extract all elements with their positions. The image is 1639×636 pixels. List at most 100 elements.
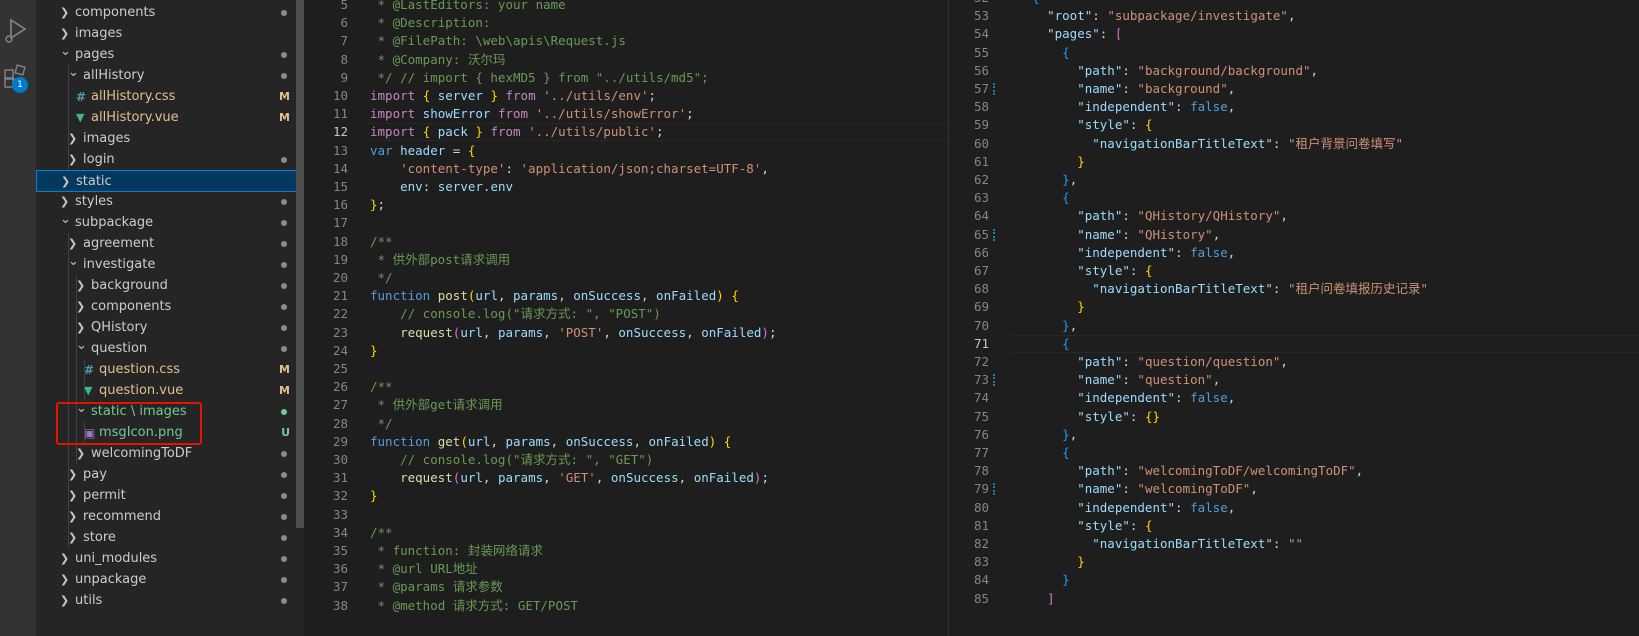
code-line[interactable]: "path": "QHistory/QHistory", (1017, 207, 1288, 225)
code-token: : (422, 179, 438, 194)
code-line[interactable]: "navigationBarTitleText": "租户问卷填报历史记录" (1017, 280, 1428, 298)
code-line[interactable]: }, (1017, 426, 1077, 444)
code-line[interactable]: }, (1017, 317, 1077, 335)
code-line[interactable]: */ // import { hexMD5 } from "../utils/m… (370, 69, 709, 87)
css-file-icon: # (84, 363, 95, 377)
code-line[interactable]: } (370, 342, 378, 360)
code-line[interactable]: * @params 请求参数 (370, 578, 503, 596)
code-token: url (467, 433, 491, 449)
code-line[interactable]: "root": "subpackage/investigate", (1017, 7, 1295, 25)
tree-item[interactable]: ❯ styles (36, 191, 304, 213)
code-line[interactable]: import showError from '../utils/showErro… (370, 105, 694, 123)
code-line[interactable]: 'content-type': 'application/json;charse… (370, 160, 769, 178)
tree-item[interactable]: ❯ permit (36, 485, 304, 507)
code-line[interactable]: request(url, params, 'POST', onSuccess, … (370, 324, 776, 342)
tree-item[interactable]: ❯ static (36, 170, 304, 192)
code-line[interactable]: /** (370, 233, 393, 251)
line-number: 69 (973, 299, 989, 315)
tree-item[interactable]: ❯ login (36, 149, 304, 171)
code-line[interactable]: } (1017, 298, 1085, 316)
code-line[interactable]: "style": { (1017, 262, 1152, 280)
tree-item[interactable]: ❯ components (36, 2, 304, 24)
code-line[interactable]: { (1017, 335, 1070, 353)
code-line[interactable]: * @Company: 沃尔玛 (370, 51, 506, 69)
code-line[interactable]: "name": "welcomingToDF", (1017, 480, 1258, 498)
code-line[interactable]: } (370, 487, 378, 505)
code-line[interactable]: * @FilePath: \web\apis\Request.js (370, 32, 626, 50)
code-line[interactable]: function post(url, params, onSuccess, on… (370, 287, 739, 305)
tree-item[interactable]: ⌄ investigate (36, 254, 304, 276)
code-line[interactable]: "pages": [ (1017, 25, 1122, 43)
tree-item[interactable]: ⌄ allHistory (36, 65, 304, 87)
code-line[interactable]: "name": "QHistory", (1017, 226, 1220, 244)
code-line[interactable]: import { server } from '../utils/env'; (370, 87, 656, 105)
code-line[interactable]: "style": { (1017, 517, 1152, 535)
code-line[interactable]: * @Description: (370, 14, 491, 32)
code-line[interactable]: "name": "question", (1017, 371, 1220, 389)
code-token: , (686, 324, 702, 340)
code-line[interactable]: }; (370, 196, 385, 214)
extensions-badge: 1 (12, 77, 28, 93)
line-number: 57 (973, 81, 989, 96)
code-line[interactable]: * function: 封装网络请求 (370, 542, 543, 560)
code-line[interactable]: } (1017, 553, 1085, 571)
code-line[interactable]: { (1017, 44, 1070, 62)
code-line[interactable]: "navigationBarTitleText": "" (1017, 535, 1303, 553)
code-line[interactable]: * 供外部get请求调用 (370, 396, 503, 414)
code-line[interactable]: env: server.env (370, 178, 513, 196)
tree-item[interactable]: ❯ unpackage (36, 569, 304, 591)
code-line[interactable]: * @method 请求方式: GET/POST (370, 597, 579, 615)
tree-item[interactable]: # allHistory.css M (36, 86, 304, 108)
editor-left-request-js[interactable]: 5 * @LastEditors: your name 6 * @Descript… (304, 0, 948, 636)
code-line[interactable]: "independent": false, (1017, 499, 1235, 517)
tree-item[interactable]: ▼ allHistory.vue M (36, 107, 304, 129)
tree-item[interactable]: ⌄ subpackage (36, 212, 304, 234)
code-line[interactable]: "style": { (1017, 116, 1152, 134)
explorer-scrollbar[interactable] (296, 0, 304, 528)
code-line[interactable]: * @LastEditors: your name (370, 0, 566, 14)
code-line[interactable]: */ (370, 269, 393, 287)
code-line[interactable]: "independent": false, (1017, 98, 1235, 116)
code-line[interactable]: * @url URL地址 (370, 560, 478, 578)
code-token: onSuccess (573, 288, 641, 304)
editor-right-pages-json[interactable]: 52 {53 "root": "subpackage/investigate",… (948, 0, 1639, 636)
code-line[interactable]: "path": "welcomingToDF/welcomingToDF", (1017, 462, 1363, 480)
code-line[interactable]: "navigationBarTitleText": "租户背景问卷填写" (1017, 135, 1403, 153)
code-line[interactable]: function get(url, params, onSuccess, onF… (370, 433, 731, 451)
tree-item[interactable]: ❯ utils (36, 590, 304, 612)
code-line[interactable]: } (1017, 571, 1070, 589)
code-line[interactable]: /** (370, 524, 393, 542)
code-line[interactable]: "style": {} (1017, 408, 1160, 426)
code-line[interactable]: { (1017, 444, 1070, 462)
line-number: 36 (332, 561, 348, 577)
tree-item[interactable]: ❯ images (36, 128, 304, 150)
code-line[interactable]: request(url, params, 'GET', onSuccess, o… (370, 469, 769, 487)
tree-item[interactable]: ❯ store (36, 527, 304, 549)
code-line[interactable]: "independent": false, (1017, 389, 1235, 407)
code-line[interactable]: }, (1017, 171, 1077, 189)
gutter-modified-marker (993, 374, 998, 387)
code-line[interactable]: // console.log("请求方式: ", "GET") (370, 451, 653, 469)
code-line[interactable]: * 供外部post请求调用 (370, 251, 511, 269)
code-line[interactable]: /** (370, 378, 393, 396)
code-line[interactable]: { (1017, 189, 1070, 207)
code-line[interactable]: // console.log("请求方式: ", "POST") (370, 305, 661, 323)
tree-item[interactable]: ❯ recommend (36, 506, 304, 528)
tree-item[interactable]: ❯ pay (36, 464, 304, 486)
code-line[interactable]: */ (370, 415, 393, 433)
code-line[interactable]: "independent": false, (1017, 244, 1235, 262)
code-line[interactable]: "name": "background", (1017, 80, 1235, 98)
run-debug-icon[interactable] (0, 10, 36, 46)
code-token: post (437, 288, 468, 304)
code-line[interactable]: "path": "question/question", (1017, 353, 1288, 371)
tree-item[interactable]: ❯ uni_modules (36, 548, 304, 570)
code-line[interactable]: } (1017, 153, 1085, 171)
code-line[interactable]: { (1017, 0, 1040, 7)
code-line[interactable]: var header = { (370, 142, 475, 160)
extensions-icon[interactable]: 1 (0, 60, 36, 96)
code-line[interactable]: import { pack } from '../utils/public'; (370, 123, 664, 141)
code-line[interactable]: "path": "background/background", (1017, 62, 1318, 80)
code-line[interactable]: ] (1017, 590, 1055, 608)
tree-item[interactable]: ❯ images (36, 23, 304, 45)
